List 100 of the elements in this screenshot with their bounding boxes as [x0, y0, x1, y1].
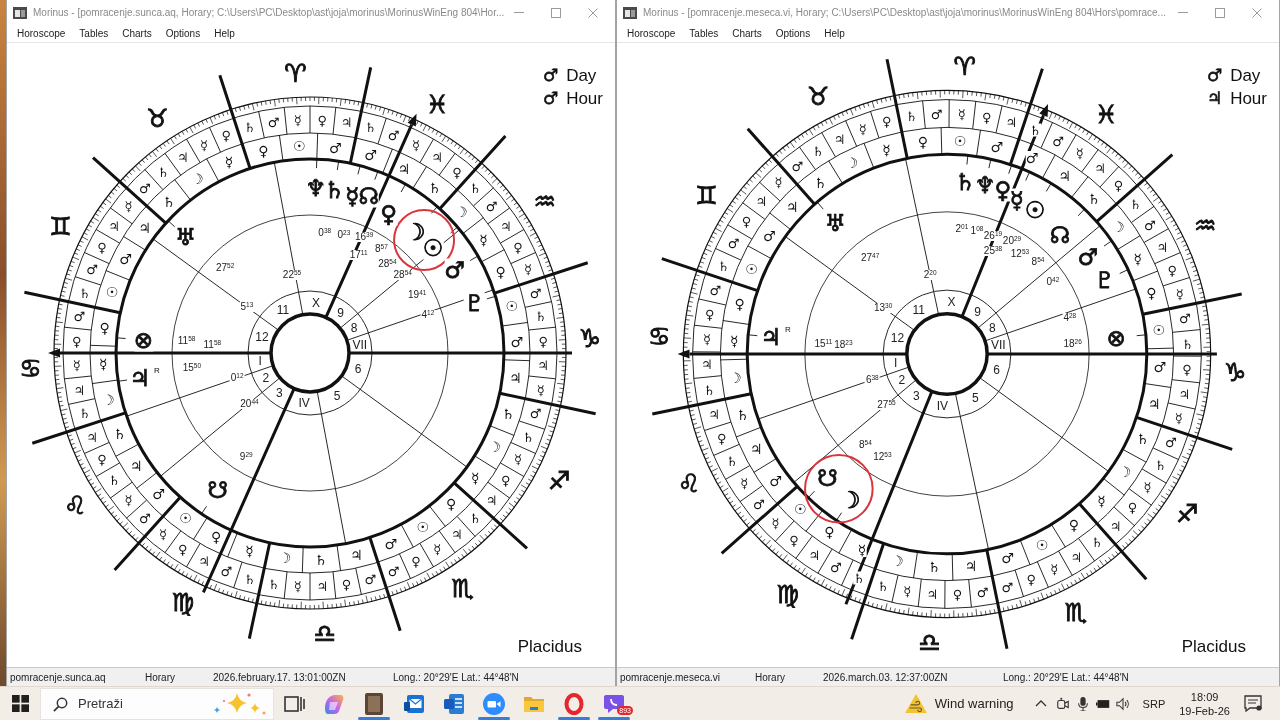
- decan-symbol: ♃: [350, 547, 363, 562]
- decan-symbol: ♄: [927, 559, 941, 574]
- degree-label: 11$^{58}$: [202, 340, 223, 351]
- degree-label: 12$^{53}$: [872, 452, 893, 463]
- menu-item[interactable]: Tables: [73, 27, 115, 40]
- file-name: pomracenje.meseca.vi: [619, 671, 722, 683]
- term-symbol: ♃: [1156, 240, 1169, 254]
- decan-symbol: ☿: [729, 333, 739, 348]
- house-number: 11: [276, 304, 290, 317]
- term-symbol: ♄: [243, 572, 256, 586]
- decan-symbol: ☉: [953, 134, 967, 149]
- term-symbol: ☿: [774, 175, 783, 189]
- decan-symbol: ♃: [509, 371, 522, 386]
- term-symbol: ♃: [485, 493, 498, 507]
- sign-symbol: ♋: [647, 323, 671, 349]
- decan-symbol: ♂: [152, 487, 165, 502]
- degree-label: 28$^{54}$: [392, 270, 413, 281]
- decan-symbol: ☿: [471, 470, 480, 485]
- house-number: VII: [990, 339, 1006, 352]
- degree-label: 27$^{47}$: [859, 253, 881, 263]
- menu-item[interactable]: Tables: [683, 27, 725, 40]
- search-field[interactable]: Pretraži: [40, 687, 274, 720]
- file-name: pomracenje.sunca.aq: [9, 671, 107, 683]
- menu-item[interactable]: Help: [818, 27, 851, 40]
- decan-symbol: ♂: [328, 140, 342, 155]
- degree-label: 9$^{29}$: [238, 452, 254, 462]
- menu-item[interactable]: Charts: [116, 27, 158, 40]
- term-symbol: ♄: [1154, 458, 1167, 472]
- planet-symbol: ♂: [444, 258, 465, 281]
- close-icon: [1251, 7, 1262, 18]
- language-indicator[interactable]: SRP: [1142, 697, 1166, 710]
- house-number: 6: [354, 362, 362, 375]
- term-symbol: ♄: [853, 571, 865, 585]
- video-app-icon[interactable]: [483, 692, 505, 715]
- degree-label: 12$^{53}$: [1009, 248, 1031, 259]
- term-symbol: ☿: [124, 199, 133, 213]
- house-number: 6: [993, 364, 1000, 377]
- weather-widget[interactable]: Wind warning: [904, 694, 1014, 713]
- degree-label: 8$^{54}$: [1030, 257, 1046, 267]
- decan-symbol: ♃: [130, 458, 143, 473]
- menu-item[interactable]: Horoscope: [11, 27, 72, 40]
- menu-item[interactable]: Horoscope: [621, 27, 682, 40]
- decan-symbol: ♃: [397, 161, 411, 176]
- house-number: 5: [972, 391, 979, 404]
- degree-label: 18$^{26}$: [1062, 339, 1083, 350]
- document-app-icon[interactable]: [443, 692, 465, 715]
- menu-item[interactable]: Help: [208, 27, 241, 40]
- term-symbol: ☿: [771, 516, 780, 530]
- decan-symbol: ☉: [179, 511, 192, 526]
- date-time: 2026.february.17. 13:01:00ZN: [212, 671, 347, 683]
- start-icon[interactable]: [11, 695, 29, 712]
- planet-symbol: ♀: [994, 178, 1012, 202]
- house-number: 2: [262, 371, 270, 384]
- ring-app-icon[interactable]: [563, 692, 585, 715]
- term-symbol: ♀: [341, 577, 352, 591]
- term-symbol: ♃: [86, 430, 98, 444]
- degree-label: 20$^{44}$: [239, 398, 260, 409]
- decan-symbol: ♄: [501, 406, 515, 421]
- chevron-up-icon[interactable]: [1034, 700, 1047, 707]
- house-number: I: [894, 356, 898, 369]
- menu-item[interactable]: Charts: [726, 27, 768, 40]
- planet-symbol: ♀: [380, 202, 398, 226]
- camera-icon[interactable]: [1055, 696, 1070, 711]
- term-symbol: ♂: [1164, 435, 1177, 449]
- term-symbol: ♃: [1070, 550, 1083, 564]
- clock-time[interactable]: 18:09: [1190, 689, 1219, 704]
- planet-symbol: ♅: [175, 225, 196, 249]
- planet-symbol: ♇: [464, 291, 485, 315]
- speaker-icon[interactable]: [1115, 696, 1130, 711]
- term-symbol: ☿: [1174, 411, 1183, 425]
- menu-item[interactable]: Options: [769, 27, 817, 40]
- decan-symbol: ☉: [105, 285, 119, 300]
- decan-symbol: ☿: [99, 356, 108, 371]
- sign-symbol: ♒: [533, 188, 556, 213]
- term-symbol: ♃: [1094, 161, 1106, 175]
- term-symbol: ♀: [97, 452, 107, 466]
- minimize-icon: [513, 12, 524, 13]
- picture-app-icon[interactable]: [363, 692, 385, 715]
- decan-symbol: ☉: [1152, 322, 1166, 337]
- term-symbol: ♃: [177, 150, 189, 164]
- term-symbol: ♂: [387, 128, 400, 142]
- degree-label: 0$^{23}$: [336, 229, 352, 240]
- degree-label: 8$^{57}$: [373, 244, 389, 255]
- term-symbol: ♃: [926, 587, 939, 601]
- decan-symbol: ♀: [734, 297, 745, 312]
- term-symbol: ♄: [267, 577, 280, 591]
- degree-label: 22$^{55}$: [281, 270, 303, 281]
- house-system-label: Placidus: [517, 638, 582, 655]
- term-symbol: ♀: [1127, 500, 1138, 514]
- decan-symbol: ♀: [99, 320, 110, 335]
- menu-item[interactable]: Options: [159, 27, 207, 40]
- clock-date[interactable]: 19-Feb-26: [1179, 703, 1230, 718]
- degree-label: 19$^{41}$: [407, 289, 428, 300]
- colorful-swirl-icon[interactable]: [323, 692, 345, 715]
- mail-app-icon[interactable]: [403, 692, 425, 715]
- house-number: 5: [333, 389, 341, 402]
- notification-icon[interactable]: [1244, 695, 1262, 712]
- term-symbol: ♀: [97, 240, 107, 254]
- microphone-icon[interactable]: [1075, 696, 1090, 711]
- decan-symbol: ☿: [1133, 251, 1143, 266]
